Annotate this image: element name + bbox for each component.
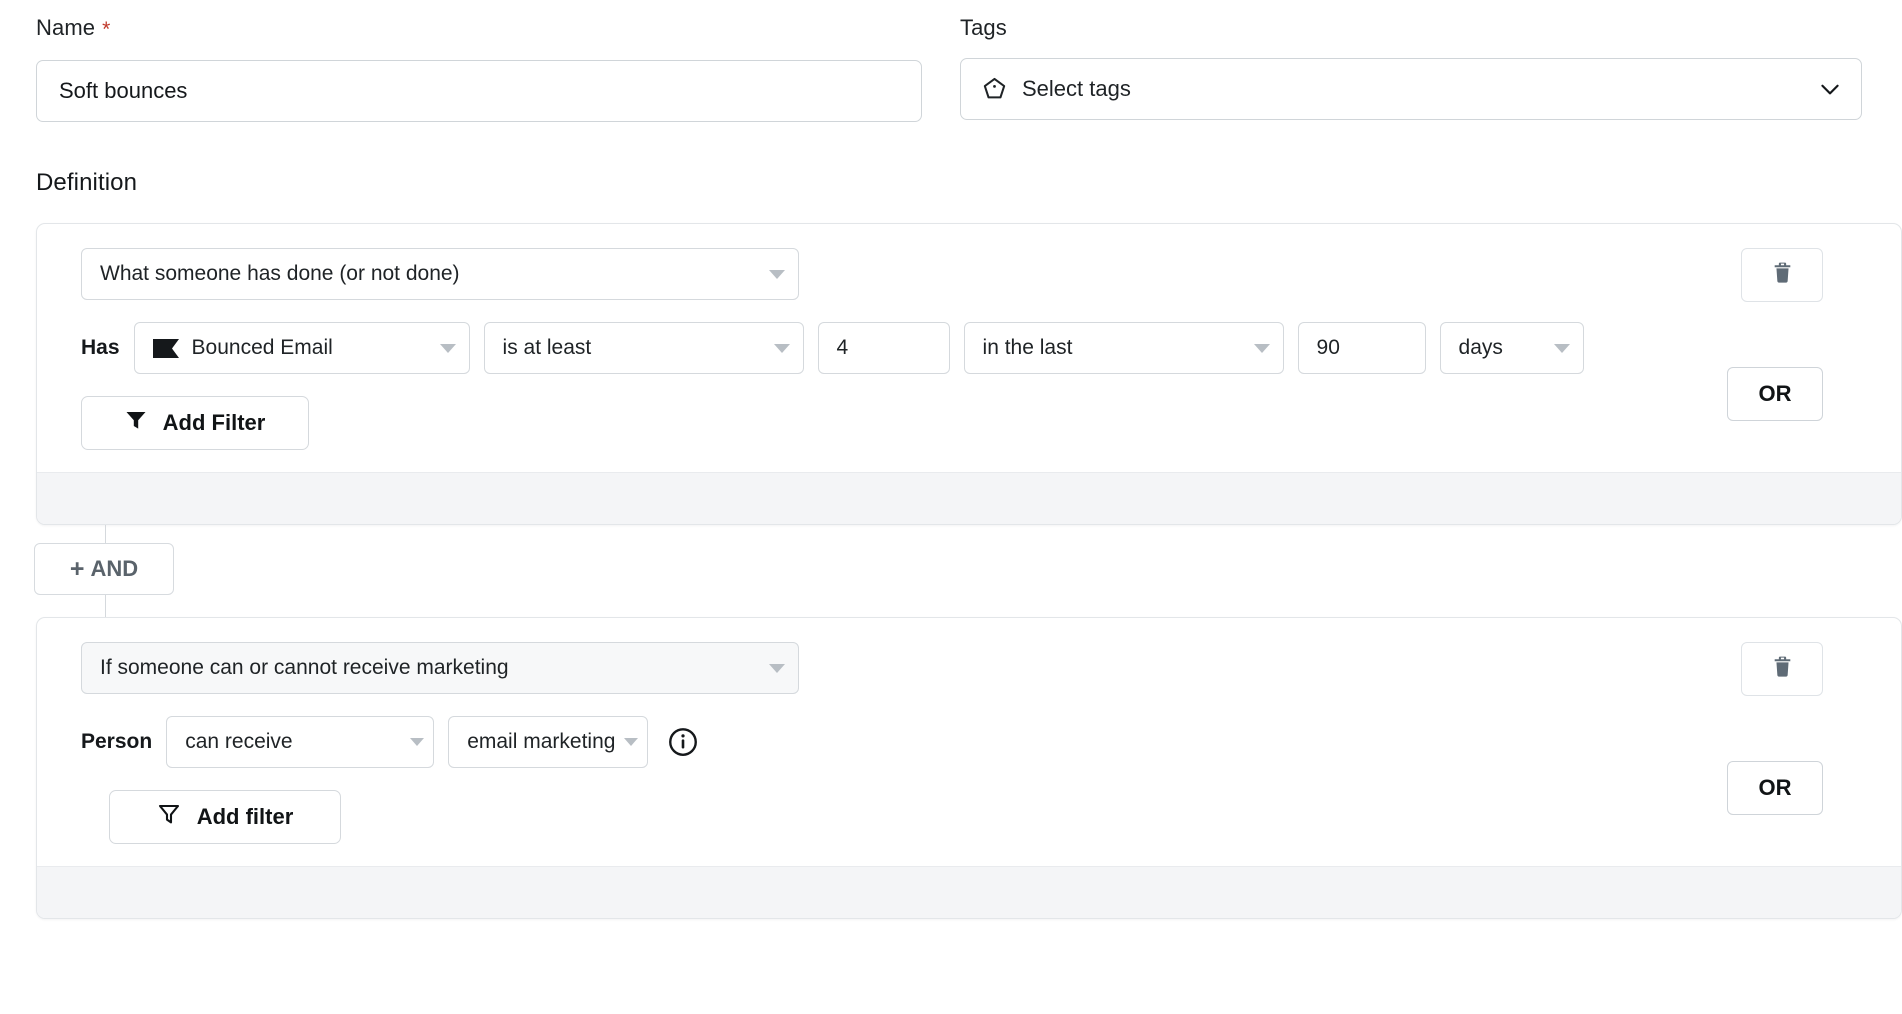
delete-condition-button[interactable] — [1741, 248, 1823, 302]
condition-type-row: What someone has done (or not done) — [37, 248, 1901, 300]
funnel-filled-icon — [125, 409, 147, 437]
unit-select[interactable]: days — [1439, 322, 1584, 374]
tag-icon — [981, 76, 1008, 103]
dropdown-caret-icon — [439, 344, 456, 353]
tags-placeholder: Select tags — [1022, 76, 1131, 101]
condition-card-body: If someone can or cannot receive marketi… — [37, 618, 1901, 844]
duration-input[interactable]: 90 — [1297, 322, 1426, 374]
dropdown-caret-icon — [1253, 344, 1270, 353]
top-form-row: Name * Tags Select tags — [0, 0, 1902, 122]
add-filter-label: Add Filter — [162, 410, 266, 435]
condition-type-row: If someone can or cannot receive marketi… — [37, 642, 1901, 694]
or-button[interactable]: OR — [1727, 367, 1823, 421]
funnel-outline-icon — [157, 802, 181, 832]
dropdown-caret-icon — [1553, 344, 1570, 353]
condition-row: Has Bounced Email is at least 4 in the l… — [37, 322, 1901, 374]
connector-line-bottom — [105, 595, 106, 617]
definition-cards: What someone has done (or not done) Has … — [0, 223, 1902, 919]
condition-type-select[interactable]: What someone has done (or not done) — [81, 248, 799, 300]
count-input[interactable]: 4 — [817, 322, 950, 374]
name-field-group: Name * — [0, 14, 960, 122]
count-value: 4 — [836, 336, 849, 359]
or-button[interactable]: OR — [1727, 761, 1823, 815]
add-filter-row: Add filter — [37, 790, 1901, 844]
ability-value: can receive — [185, 730, 293, 753]
timeframe-value: in the last — [982, 336, 1073, 359]
dropdown-caret-icon — [769, 270, 785, 279]
channel-value: email marketing — [467, 730, 616, 753]
add-and-group-button[interactable]: + AND — [34, 543, 174, 595]
card-footer — [37, 472, 1901, 524]
condition-card: If someone can or cannot receive marketi… — [36, 617, 1902, 919]
name-label-text: Name — [36, 15, 96, 40]
card-footer — [37, 866, 1901, 918]
operator-value: is at least — [502, 336, 592, 359]
operator-select[interactable]: is at least — [483, 322, 804, 374]
required-asterisk-icon: * — [102, 18, 111, 41]
or-label: OR — [1758, 775, 1792, 800]
add-filter-row: Add Filter — [37, 396, 1901, 450]
tags-label: Tags — [960, 15, 1007, 40]
delete-condition-button[interactable] — [1741, 642, 1823, 696]
condition-card: What someone has done (or not done) Has … — [36, 223, 1902, 525]
tags-field-group: Tags Select tags — [960, 14, 1902, 122]
dropdown-caret-icon — [769, 664, 785, 673]
add-filter-button[interactable]: Add filter — [109, 790, 341, 844]
channel-select[interactable]: email marketing — [448, 716, 649, 768]
condition-row: Person can receive email marketing — [37, 716, 1901, 768]
dropdown-caret-icon — [624, 738, 639, 746]
segment-definition-page: Name * Tags Select tags — [0, 0, 1902, 1014]
add-filter-label: Add filter — [196, 804, 294, 829]
plus-icon: + — [69, 554, 85, 583]
condition-type-select[interactable]: If someone can or cannot receive marketi… — [81, 642, 799, 694]
or-label: OR — [1758, 381, 1792, 406]
and-label: AND — [90, 556, 139, 581]
chevron-down-icon[interactable] — [1817, 76, 1843, 102]
add-filter-button[interactable]: Add Filter — [81, 396, 309, 450]
and-connector-zone: + AND — [0, 525, 1902, 617]
definition-heading: Definition — [36, 169, 138, 196]
info-circle-icon[interactable] — [668, 727, 698, 757]
condition-subject-label: Person — [81, 730, 153, 753]
name-input[interactable] — [36, 60, 922, 122]
dropdown-caret-icon — [410, 738, 425, 746]
condition-card-body: What someone has done (or not done) Has … — [37, 224, 1901, 450]
dropdown-caret-icon — [773, 344, 790, 353]
condition-type-value: What someone has done (or not done) — [100, 262, 460, 285]
trash-icon — [1770, 260, 1795, 290]
metric-select[interactable]: Bounced Email — [133, 322, 470, 374]
condition-type-value: If someone can or cannot receive marketi… — [100, 656, 509, 679]
tags-select[interactable]: Select tags — [960, 58, 1862, 120]
duration-value: 90 — [1316, 336, 1340, 359]
timeframe-select[interactable]: in the last — [963, 322, 1284, 374]
unit-value: days — [1458, 336, 1503, 359]
ability-select[interactable]: can receive — [166, 716, 435, 768]
trash-icon — [1770, 654, 1795, 684]
condition-verb-label: Has — [81, 336, 120, 359]
flag-icon — [152, 338, 179, 358]
metric-value: Bounced Email — [191, 336, 333, 359]
name-label: Name * — [36, 14, 922, 44]
